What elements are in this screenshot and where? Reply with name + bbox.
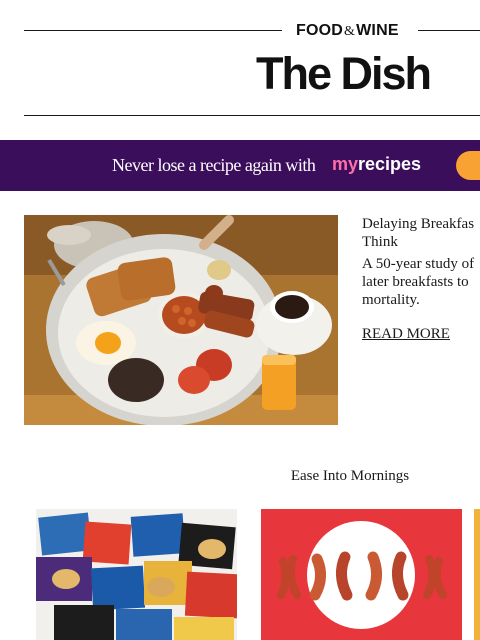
brand-right: WINE [356,22,399,39]
feature-image[interactable] [24,215,338,425]
newsletter-title: The Dish [256,48,432,99]
feature-title-line2: Think [362,234,398,250]
logo-recipes: recipes [358,154,422,174]
logo-my: my [332,154,359,174]
myrecipes-logo: myrecipes [332,153,421,175]
banner-text: Never lose a recipe again with [112,155,316,175]
card-image-2[interactable] [261,509,462,640]
bacon-illustration [261,509,462,640]
banner-cta-button[interactable] [456,151,480,180]
feature-title-line1: Delaying Breakfas [362,216,475,232]
feature-desc-line3: mortality. [362,292,420,308]
header-rule-left [24,30,282,31]
header-divider [24,115,480,116]
brand-amp: & [344,24,356,39]
section-heading: Ease Into Mornings [290,468,410,484]
partial-card-illustration [474,509,480,640]
feature-desc-line1: A 50-year study of [362,256,475,272]
breakfast-boxes-illustration [36,509,237,640]
breakfast-plate-illustration [24,215,338,425]
header-rule-right [418,30,480,31]
feature-desc-line2: later breakfasts to [362,274,469,290]
brand-left: FOOD [296,22,344,39]
read-more-link[interactable]: READ MORE [362,325,450,343]
card-image-3[interactable] [474,509,480,640]
food-and-wine-logo[interactable]: FOOD&WINE [296,20,406,43]
feature-title[interactable]: Delaying Breakfas Think [362,215,480,251]
card-image-1[interactable] [36,509,237,640]
feature-description: A 50-year study of later breakfasts to m… [362,255,474,309]
